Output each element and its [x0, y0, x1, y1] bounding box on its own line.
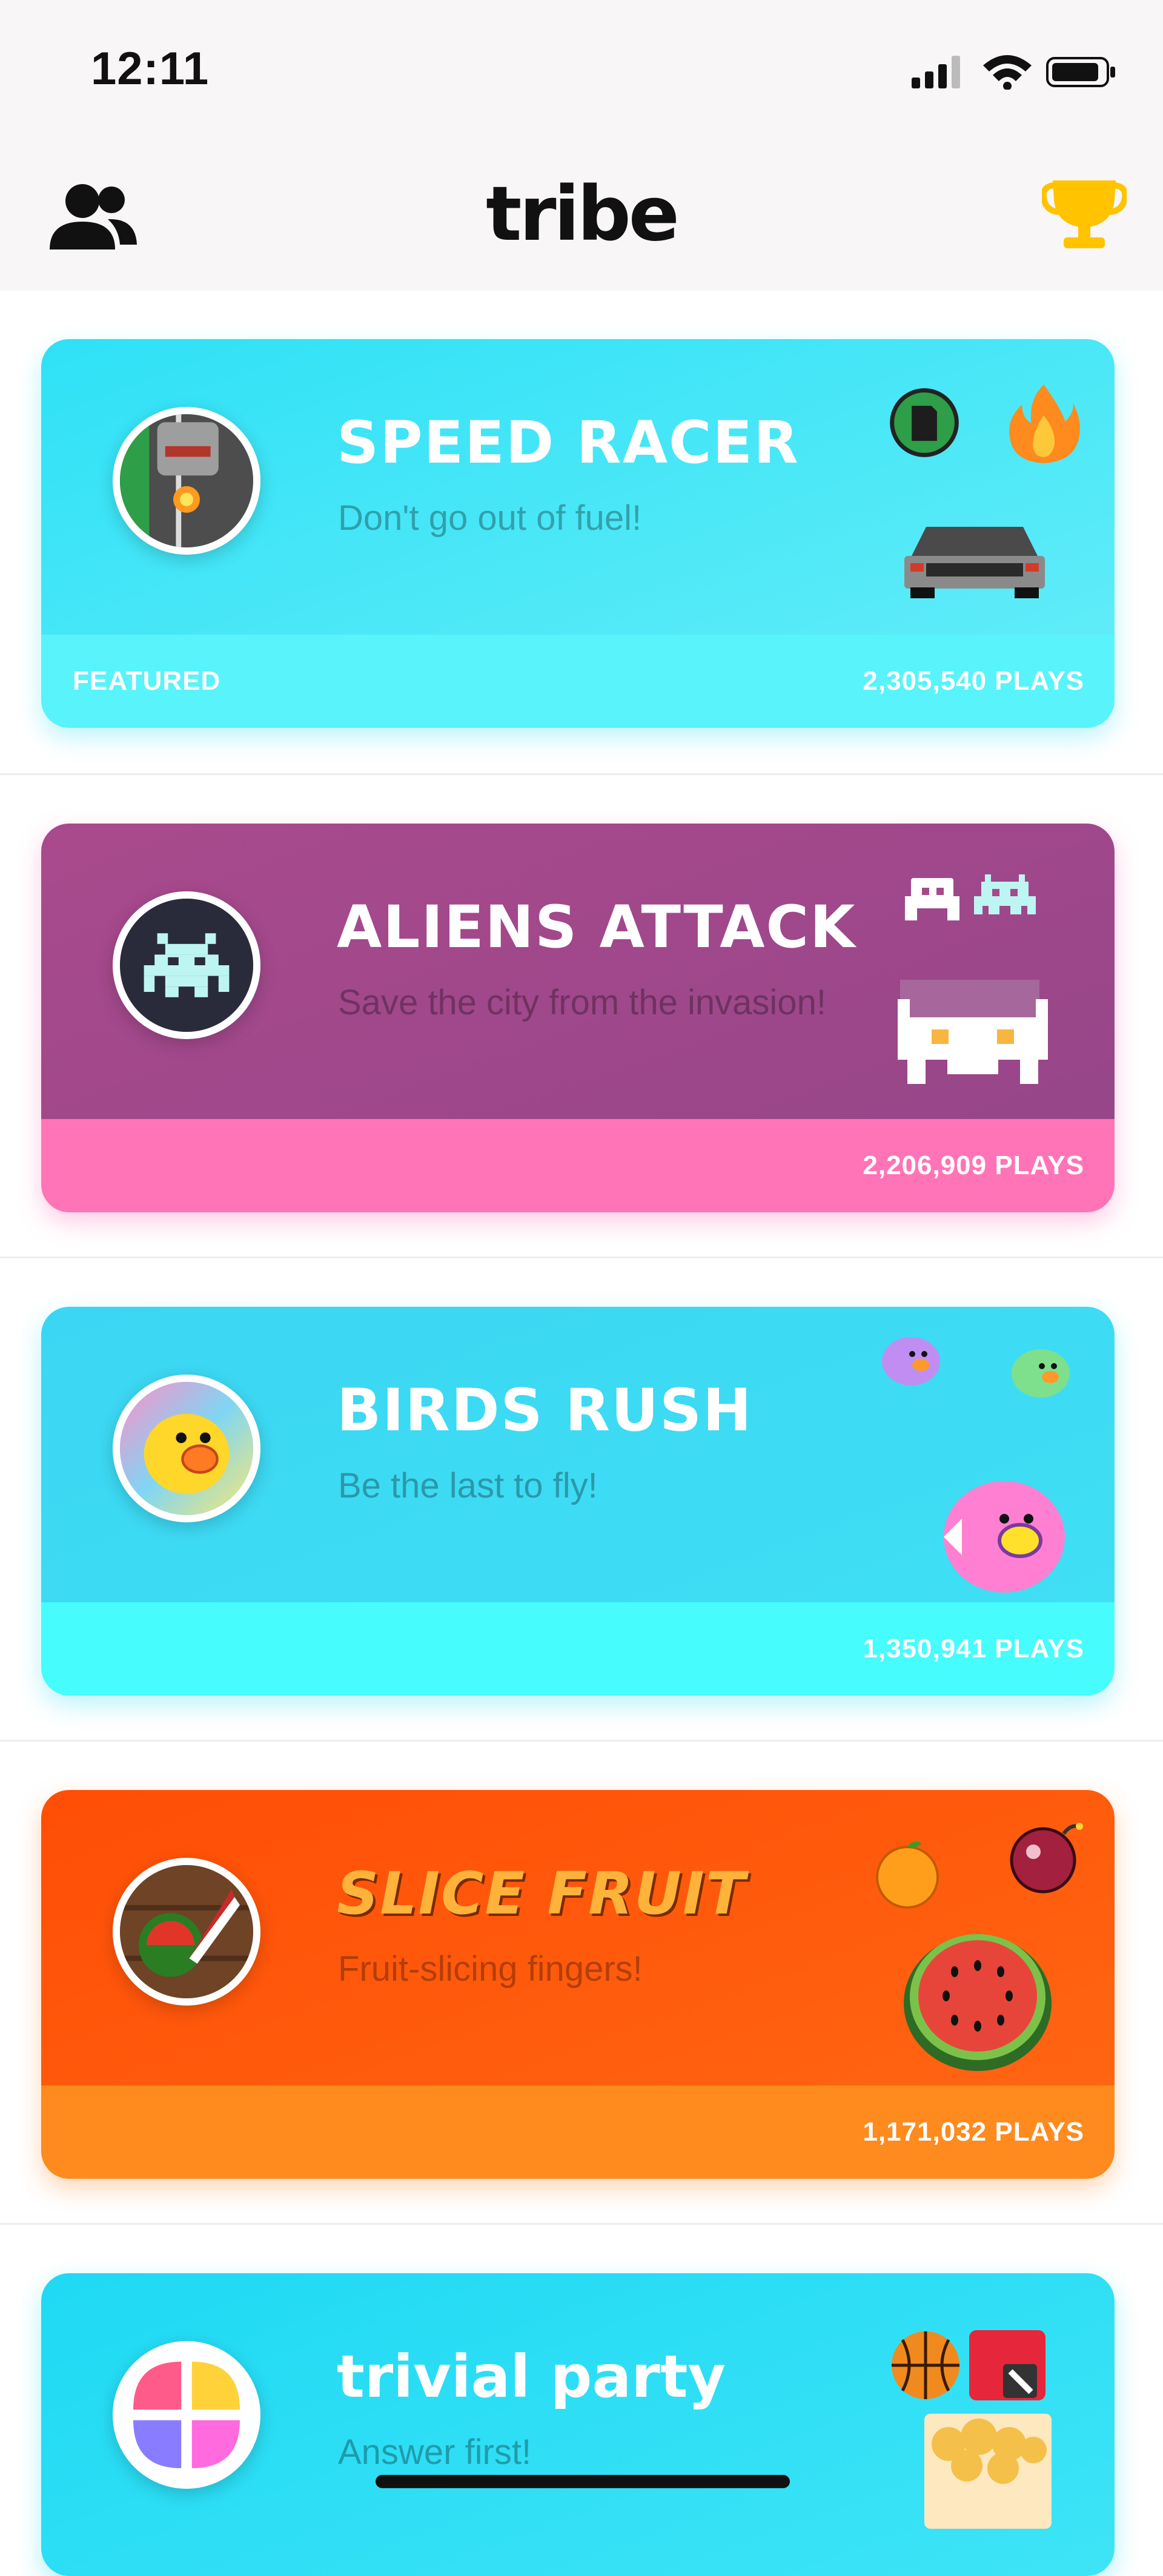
game-card-speed-racer[interactable]: SPEED RACER Don't go out of fuel! FEATUR… — [41, 339, 1115, 728]
game-card-slice-fruit[interactable]: SLICE FRUIT Fruit-slicing fingers! 1,171… — [41, 1790, 1115, 2179]
app-title: tribe — [486, 171, 680, 258]
game-title: ALIENS ATTACK — [337, 893, 857, 961]
game-avatar — [113, 1858, 260, 2006]
game-subtitle: Be the last to fly! — [338, 1466, 598, 1505]
play-count: 1,350,941 PLAYS — [863, 1634, 1084, 1663]
divider — [0, 2223, 1163, 2225]
game-title: BIRDS RUSH — [337, 1376, 753, 1444]
game-card-birds-rush[interactable]: BIRDS RUSH Be the last to fly! 1,350,941… — [41, 1307, 1115, 1696]
racing-car-icon — [904, 527, 1045, 598]
game-card-aliens-attack[interactable]: ALIENS ATTACK Save the city from the inv… — [41, 824, 1115, 1212]
battery-icon — [1046, 57, 1115, 87]
game-subtitle: Fruit-slicing fingers! — [338, 1949, 643, 1989]
yellow-bird-avatar-icon — [120, 1382, 253, 1515]
game-avatar — [113, 2341, 260, 2489]
game-subtitle: Save the city from the invasion! — [338, 983, 826, 1022]
play-count: 1,171,032 PLAYS — [863, 2117, 1084, 2147]
game-avatar — [113, 1375, 260, 1522]
game-avatar — [113, 891, 260, 1039]
trophy-icon[interactable] — [1042, 170, 1127, 254]
status-time: 12:11 — [91, 43, 210, 94]
divider — [0, 773, 1163, 775]
divider — [0, 1257, 1163, 1258]
featured-badge: FEATURED — [73, 666, 221, 696]
basketball-icon — [892, 2331, 959, 2399]
fuel-can-icon — [890, 388, 959, 457]
music-category-icon — [969, 2330, 1045, 2400]
pink-bird-icon — [944, 1481, 1065, 1593]
purple-bird-icon — [882, 1337, 940, 1385]
play-count: 2,305,540 PLAYS — [863, 666, 1084, 696]
signal-icon — [912, 56, 960, 88]
alien-invader-small-icon — [974, 874, 1036, 914]
bomb-icon — [1010, 1823, 1083, 1894]
trivia-avatar-icon — [120, 2348, 253, 2482]
wifi-icon — [983, 55, 1032, 90]
game-subtitle: Don't go out of fuel! — [338, 498, 642, 538]
home-indicator[interactable] — [376, 2475, 790, 2488]
game-title: SLICE FRUIT — [337, 1860, 747, 1927]
alien-invader-large-icon — [898, 980, 1048, 1084]
game-card-trivial-party[interactable]: trivial party Answer first! — [41, 2273, 1115, 2576]
watermelon-avatar-icon — [120, 1865, 253, 1998]
game-title: SPEED RACER — [337, 409, 800, 477]
game-subtitle: Answer first! — [338, 2432, 532, 2472]
alien-avatar-icon — [120, 899, 253, 1032]
alien-invader-small-icon — [905, 878, 959, 920]
popcorn-icon — [924, 2414, 1052, 2529]
watermelon-icon — [904, 1934, 1052, 2071]
play-count: 2,206,909 PLAYS — [863, 1151, 1084, 1180]
status-bar: 12:11 — [0, 0, 1163, 145]
game-avatar — [113, 407, 260, 555]
divider — [0, 1740, 1163, 1742]
orange-fruit-icon — [876, 1841, 939, 1909]
green-bird-icon — [1012, 1349, 1070, 1398]
status-icons — [912, 55, 1115, 90]
car-avatar-icon — [120, 414, 253, 547]
fire-icon — [1009, 385, 1080, 463]
game-title: trivial party — [337, 2343, 726, 2411]
